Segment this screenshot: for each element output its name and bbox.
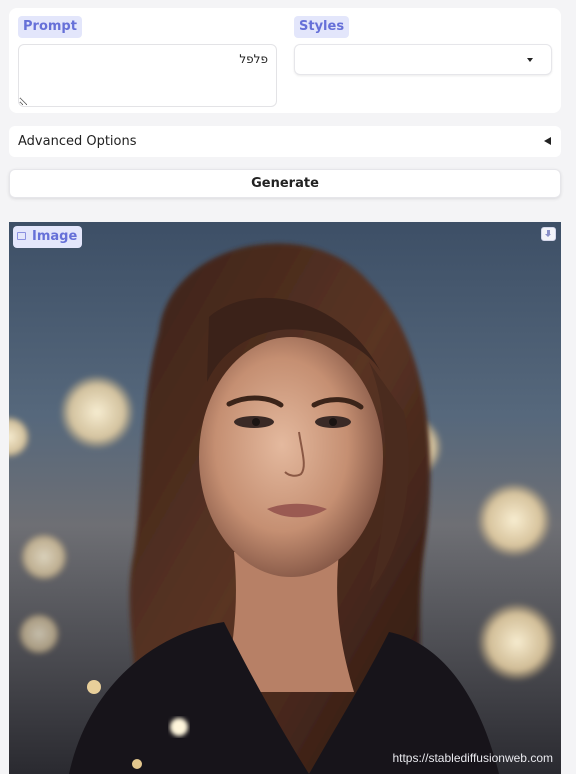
download-button[interactable] [541,227,556,241]
image-label: Image [13,226,83,248]
dropdown-caret-icon [527,58,533,62]
prompt-label: Prompt [18,16,82,38]
watermark-text: https://stablediffusionweb.com [392,751,553,765]
image-label-text: Image [32,229,78,244]
input-panel: Prompt פלפל Styles [9,8,561,113]
generate-button[interactable]: Generate [9,169,561,198]
accordion-collapse-icon [544,137,551,145]
prompt-input[interactable]: פלפל [18,44,277,107]
output-image-panel: Image https://stablediffusionweb.com [9,222,561,774]
advanced-options-label: Advanced Options [18,134,137,149]
image-icon [17,232,26,240]
generated-portrait-image [9,222,561,774]
styles-dropdown[interactable] [294,44,552,75]
styles-label: Styles [294,16,350,38]
advanced-options-accordion[interactable]: Advanced Options [9,126,561,157]
